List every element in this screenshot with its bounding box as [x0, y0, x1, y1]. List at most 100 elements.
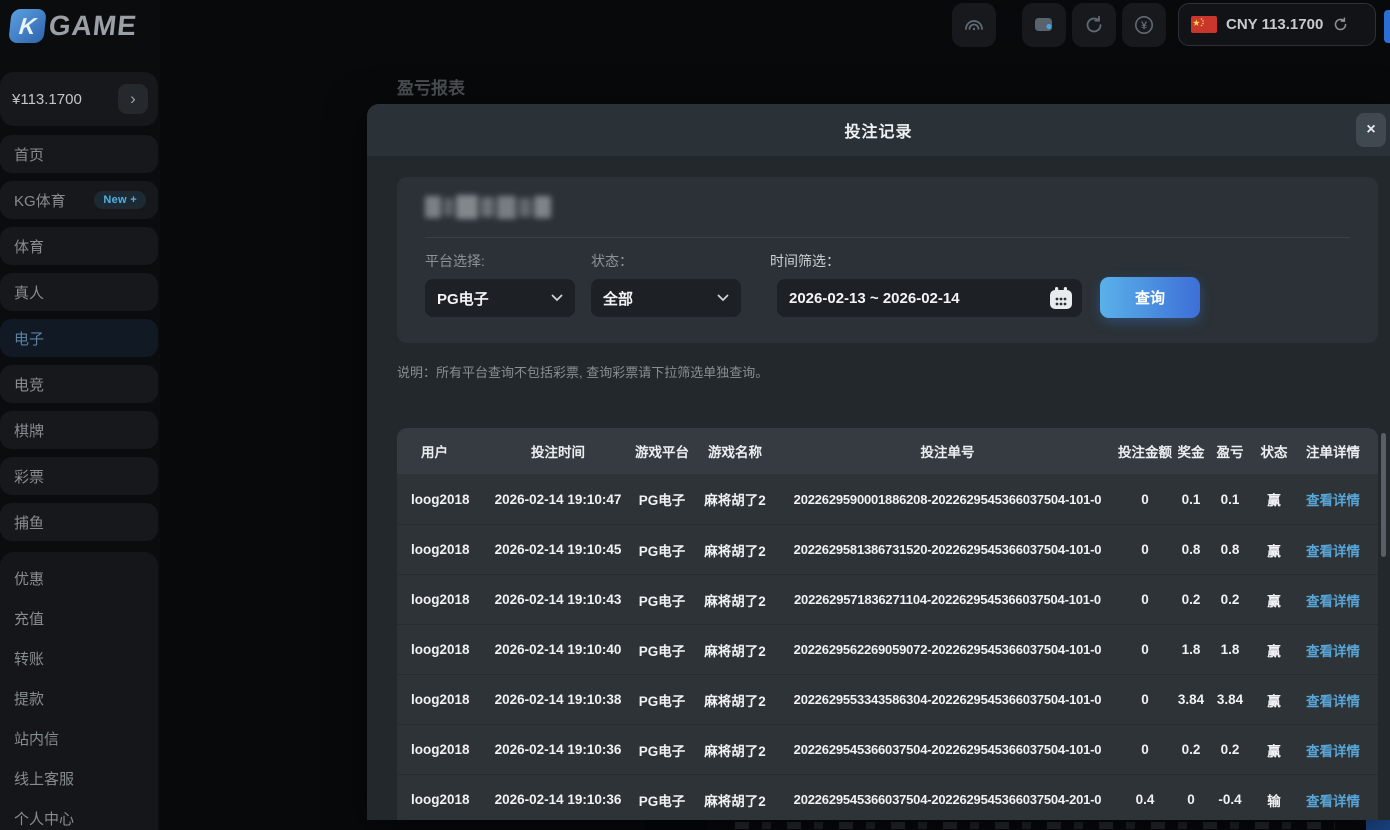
signal-gauge-icon[interactable]	[952, 3, 996, 47]
masked-username	[425, 193, 557, 221]
cell: 0.2	[1210, 742, 1250, 757]
cell: 2026-02-14 19:10:40	[485, 642, 631, 657]
status-select-value: 全部	[603, 288, 633, 309]
cell: loog2018	[407, 742, 485, 757]
time-filter-label: 时间筛选：	[770, 251, 840, 271]
sidebar-item-电子[interactable]: 电子	[0, 319, 158, 357]
china-flag-icon	[1191, 16, 1217, 33]
view-detail-link[interactable]: 查看详情	[1298, 640, 1368, 660]
view-detail-link[interactable]: 查看详情	[1298, 690, 1368, 710]
cell: 0.2	[1172, 742, 1210, 757]
sidebar-item-棋牌[interactable]: 棋牌	[0, 411, 158, 449]
cell: PG电子	[631, 489, 693, 509]
sidebar-item-label: 个人中心	[14, 808, 74, 829]
sidebar-nav-games: 首页 KG体育New + 体育真人电子电竞棋牌彩票捕鱼	[0, 135, 158, 541]
cell: loog2018	[407, 542, 485, 557]
platform-select-value: PG电子	[437, 288, 489, 309]
sidebar-item-label: 优惠	[14, 568, 44, 589]
sidebar-item-KG体育[interactable]: KG体育New +	[0, 181, 158, 219]
cell: 2022629581386731520-2022629545366037504-…	[777, 542, 1118, 557]
dimmed-background-content	[645, 820, 707, 830]
query-button[interactable]: 查询	[1100, 277, 1200, 318]
calendar-icon[interactable]	[1050, 287, 1072, 309]
cell: 3.84	[1210, 692, 1250, 707]
date-range-value: 2026-02-13 ~ 2026-02-14	[789, 290, 960, 307]
sidebar-item-线上客服[interactable]: 线上客服	[0, 758, 158, 798]
sidebar-item-体育[interactable]: 体育	[0, 227, 158, 265]
sidebar-item-个人中心[interactable]: 个人中心	[0, 798, 158, 830]
cell: 2022629571836271104-2022629545366037504-…	[777, 592, 1118, 607]
cell: 2022629562269059072-2022629545366037504-…	[777, 642, 1118, 657]
refresh-icon[interactable]	[1072, 3, 1116, 47]
cell: 3.84	[1172, 692, 1210, 707]
svg-text:¥: ¥	[1141, 20, 1148, 32]
filter-card: 平台选择: 状态： 时间筛选： PG电子 全部 2026-02-13 ~ 202…	[397, 177, 1378, 343]
cell: 麻将胡了2	[693, 590, 777, 610]
cell: 0.1	[1172, 492, 1210, 507]
view-detail-link[interactable]: 查看详情	[1298, 790, 1368, 810]
table-scrollbar[interactable]	[1381, 433, 1386, 557]
sidebar-item-label: 提款	[14, 688, 44, 709]
cell: 2022629545366037504-2022629545366037504-…	[777, 792, 1118, 807]
sidebar-item-label: 捕鱼	[14, 512, 44, 533]
status-select[interactable]: 全部	[591, 279, 741, 317]
status-filter-label: 状态：	[591, 251, 633, 271]
modal-header: 投注记录 ×	[367, 104, 1390, 156]
cell: 2026-02-14 19:10:45	[485, 542, 631, 557]
sidebar-item-充值[interactable]: 充值	[0, 598, 158, 638]
sidebar-item-提款[interactable]: 提款	[0, 678, 158, 718]
sidebar-item-label: 体育	[14, 236, 44, 257]
sidebar-item-优惠[interactable]: 优惠	[0, 558, 158, 598]
brand-logo[interactable]: K GAME	[10, 6, 137, 46]
table-row: loog20182026-02-14 19:10:45PG电子麻将胡了22022…	[397, 524, 1378, 574]
sidebar-item-真人[interactable]: 真人	[0, 273, 158, 311]
cell: PG电子	[631, 790, 693, 810]
chevron-right-icon: ›	[130, 89, 136, 109]
wallet-icon[interactable]	[1022, 3, 1066, 47]
refresh-balance-icon[interactable]	[1332, 16, 1349, 33]
sidebar-item-电竞[interactable]: 电竞	[0, 365, 158, 403]
currency-amount: CNY 113.1700	[1226, 16, 1323, 33]
cell: 麻将胡了2	[693, 740, 777, 760]
sidebar-item-转账[interactable]: 转账	[0, 638, 158, 678]
sidebar-item-站内信[interactable]: 站内信	[0, 718, 158, 758]
date-range-input[interactable]: 2026-02-13 ~ 2026-02-14	[777, 279, 1082, 317]
cell: 2026-02-14 19:10:43	[485, 592, 631, 607]
cell: 麻将胡了2	[693, 489, 777, 509]
view-detail-link[interactable]: 查看详情	[1298, 590, 1368, 610]
cell: 赢	[1250, 690, 1298, 710]
view-detail-link[interactable]: 查看详情	[1298, 540, 1368, 560]
cell: 0.2	[1210, 592, 1250, 607]
sidebar-item-捕鱼[interactable]: 捕鱼	[0, 503, 158, 541]
sidebar-item-首页[interactable]: 首页	[0, 135, 158, 173]
sidebar-item-彩票[interactable]: 彩票	[0, 457, 158, 495]
view-detail-link[interactable]: 查看详情	[1298, 489, 1368, 509]
view-detail-link[interactable]: 查看详情	[1298, 740, 1368, 760]
cell: 0	[1172, 792, 1210, 807]
cell: loog2018	[407, 592, 485, 607]
column-header: 游戏名称	[693, 441, 777, 461]
cell: 0.2	[1172, 592, 1210, 607]
close-button[interactable]: ×	[1356, 113, 1386, 147]
cell: -0.4	[1210, 792, 1250, 807]
app-window: K GAME ¥ CNY 113.1700	[0, 0, 1390, 830]
platform-select[interactable]: PG电子	[425, 279, 575, 317]
cell: 0	[1118, 642, 1172, 657]
cell: 0	[1118, 542, 1172, 557]
column-header: 投注时间	[485, 441, 631, 461]
sidebar-item-label: 转账	[14, 648, 44, 669]
chevron-down-icon	[551, 294, 563, 302]
column-header: 用户	[407, 441, 485, 461]
wallet-expand-button[interactable]: ›	[118, 84, 148, 114]
edge-cut-button[interactable]	[1384, 10, 1390, 43]
sidebar-item-label: 电竞	[14, 374, 44, 395]
cell: loog2018	[407, 692, 485, 707]
cell: loog2018	[407, 792, 485, 807]
currency-yen-icon[interactable]: ¥	[1122, 3, 1166, 47]
column-header: 游戏平台	[631, 441, 693, 461]
platform-filter-label: 平台选择:	[425, 251, 485, 271]
sidebar-item-label: 真人	[14, 282, 44, 303]
bet-records-modal: 投注记录 × 平台选择: 状态： 时间筛选： PG电子	[367, 104, 1390, 820]
currency-selector[interactable]: CNY 113.1700	[1178, 3, 1376, 46]
cell: PG电子	[631, 690, 693, 710]
